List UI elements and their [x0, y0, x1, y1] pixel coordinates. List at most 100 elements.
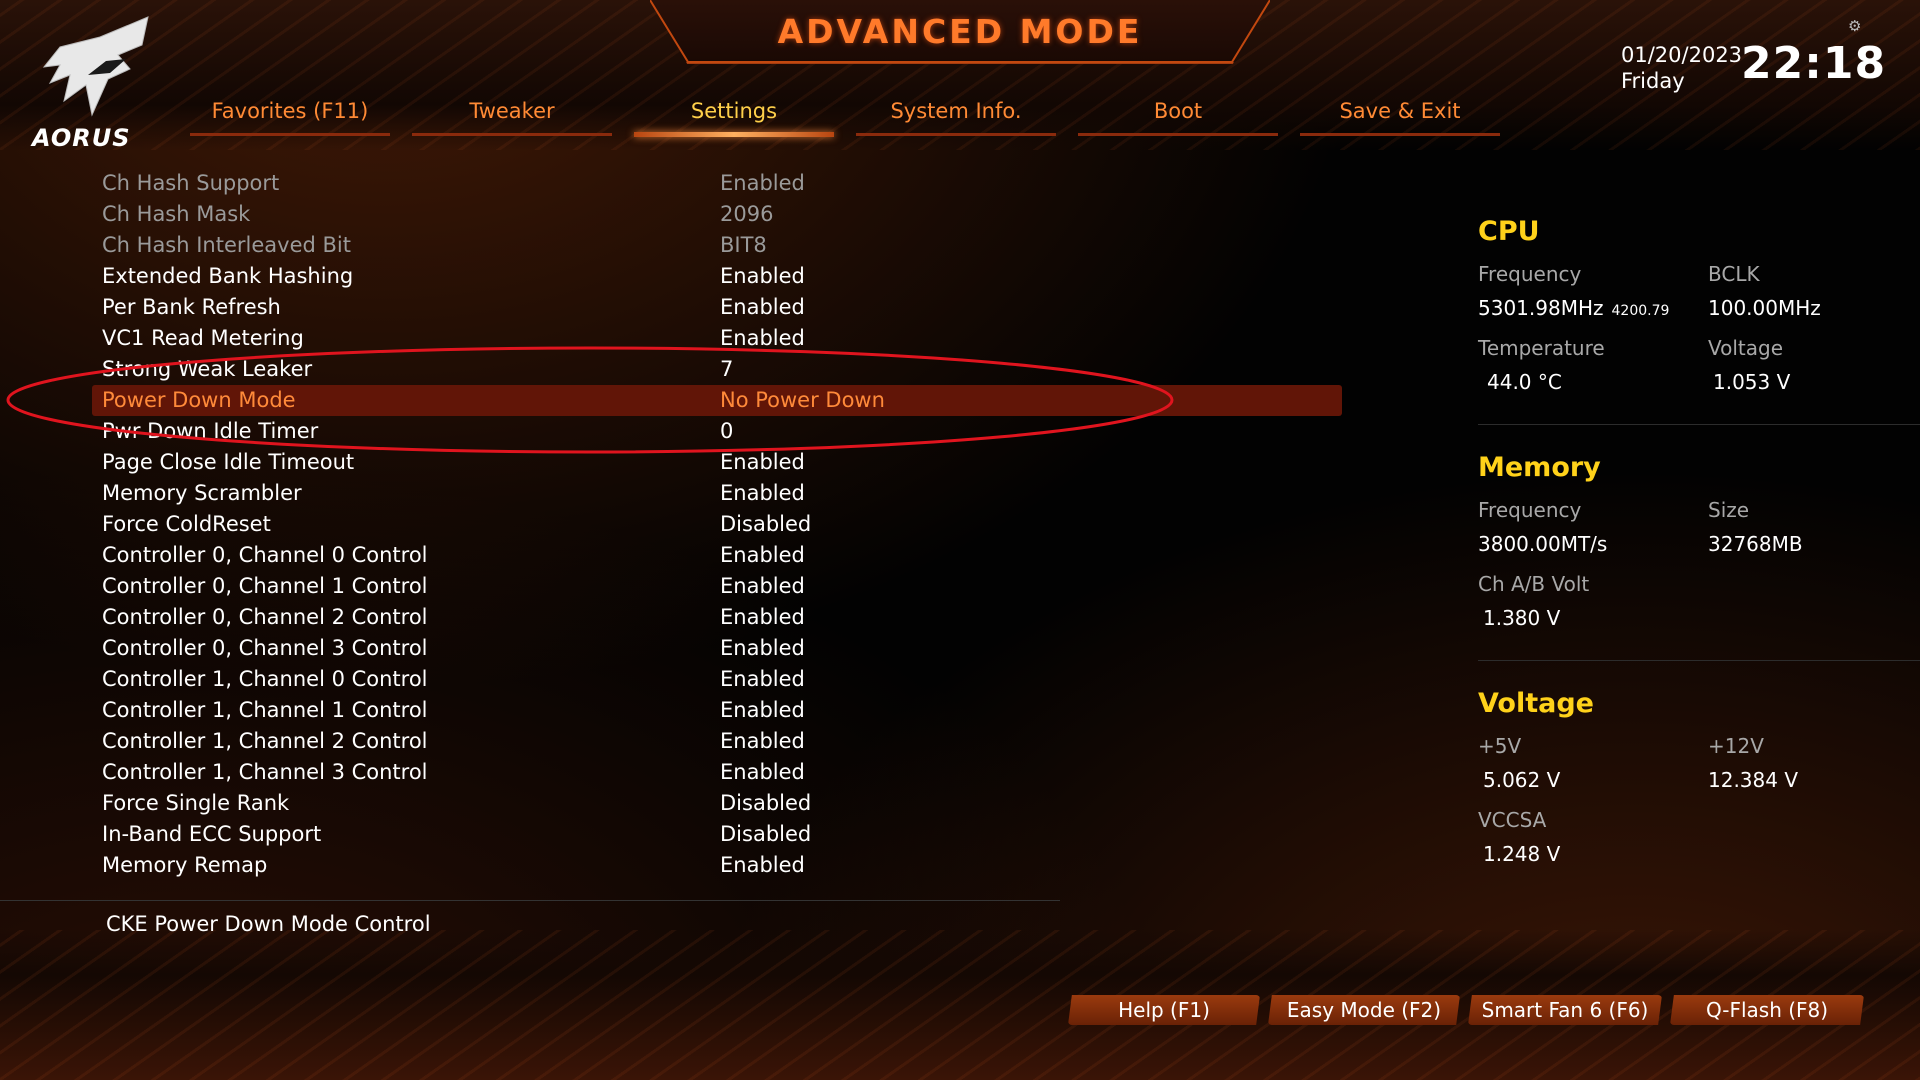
setting-row[interactable]: Per Bank Refresh Enabled [92, 292, 1342, 323]
gear-icon[interactable]: ⚙ [1848, 18, 1864, 34]
setting-label: Force ColdReset [102, 512, 271, 536]
setting-value: Enabled [720, 543, 805, 567]
setting-label: Controller 1, Channel 0 Control [102, 667, 428, 691]
setting-value: Enabled [720, 760, 805, 784]
setting-label: Controller 1, Channel 1 Control [102, 698, 428, 722]
setting-label: Ch Hash Support [102, 171, 280, 195]
setting-row[interactable]: Page Close Idle Timeout Enabled [92, 447, 1342, 478]
setting-row[interactable]: Force Single Rank Disabled [92, 788, 1342, 819]
setting-value: 2096 [720, 202, 774, 226]
setting-label: Extended Bank Hashing [102, 264, 354, 288]
setting-label: Ch Hash Mask [102, 202, 251, 226]
setting-label: Controller 0, Channel 3 Control [102, 636, 428, 660]
setting-row[interactable]: Ch Hash Mask 2096 [92, 199, 1342, 230]
cpu-temperature-value: 44.0 °C [1487, 370, 1562, 394]
setting-label: Strong Weak Leaker [102, 357, 313, 381]
clock: 22:18 [1741, 38, 1887, 89]
setting-value: 7 [720, 357, 734, 381]
tab-favorites[interactable]: Favorites (F11) [190, 96, 390, 138]
setting-row[interactable]: Controller 1, Channel 0 Control Enabled [92, 664, 1342, 695]
setting-value: Enabled [720, 264, 805, 288]
setting-value: Enabled [720, 698, 805, 722]
setting-label: VC1 Read Metering [102, 326, 304, 350]
memory-section-title: Memory [1478, 452, 1601, 483]
setting-value: Enabled [720, 729, 805, 753]
memory-volt-value: 1.380 V [1483, 606, 1561, 630]
date-text: 01/20/2023 [1621, 43, 1743, 67]
tab-boot[interactable]: Boot [1078, 96, 1278, 138]
setting-value: Enabled [720, 326, 805, 350]
setting-label: Power Down Mode [102, 388, 296, 412]
bios-screen: AORUS ADVANCED MODE 01/20/2023 Friday 22… [0, 0, 1920, 1080]
memory-frequency-value: 3800.00MT/s [1478, 532, 1608, 556]
section-divider [1478, 424, 1920, 425]
section-divider [1478, 660, 1920, 661]
setting-row[interactable]: Ch Hash Interleaved Bit BIT8 [92, 230, 1342, 261]
voltage-5v-value: 5.062 V [1483, 768, 1561, 792]
setting-value: Disabled [720, 512, 812, 536]
setting-row[interactable]: Pwr Down Idle Timer 0 [92, 416, 1342, 447]
setting-label: In-Band ECC Support [102, 822, 322, 846]
setting-row[interactable]: VC1 Read Metering Enabled [92, 323, 1342, 354]
cpu-frequency-sub: 4200.79 [1611, 303, 1670, 319]
help-button[interactable]: Help (F1) [1068, 995, 1260, 1025]
settings-list: Ch Hash Support Enabled Ch Hash Mask 2096 … [92, 168, 1342, 881]
cpu-frequency-label: Frequency [1478, 262, 1582, 286]
setting-value: Enabled [720, 450, 805, 474]
setting-row[interactable]: Controller 0, Channel 1 Control Enabled [92, 571, 1342, 602]
setting-value: Disabled [720, 791, 812, 815]
setting-label: Ch Hash Interleaved Bit [102, 233, 351, 257]
setting-value: Disabled [720, 822, 812, 846]
setting-label: Force Single Rank [102, 791, 290, 815]
easy-mode-button[interactable]: Easy Mode (F2) [1268, 995, 1460, 1025]
setting-row[interactable]: In-Band ECC Support Disabled [92, 819, 1342, 850]
cpu-frequency-main: 5301.98MHz [1478, 296, 1604, 320]
setting-label: Page Close Idle Timeout [102, 450, 355, 474]
setting-row[interactable]: Controller 0, Channel 2 Control Enabled [92, 602, 1342, 633]
setting-label: Memory Scrambler [102, 481, 302, 505]
tab-save-exit[interactable]: Save & Exit [1300, 96, 1500, 138]
cpu-bclk-label: BCLK [1708, 262, 1760, 286]
setting-row[interactable]: Strong Weak Leaker 7 [92, 354, 1342, 385]
setting-value: Enabled [720, 636, 805, 660]
tab-tweaker[interactable]: Tweaker [412, 96, 612, 138]
setting-row[interactable]: Force ColdReset Disabled [92, 509, 1342, 540]
setting-row[interactable]: Controller 1, Channel 3 Control Enabled [92, 757, 1342, 788]
help-divider [0, 900, 1060, 901]
setting-row[interactable]: Controller 0, Channel 0 Control Enabled [92, 540, 1342, 571]
setting-row[interactable]: Controller 1, Channel 2 Control Enabled [92, 726, 1342, 757]
setting-value: Enabled [720, 171, 805, 195]
voltage-12v-value: 12.384 V [1708, 768, 1799, 792]
cpu-voltage-value: 1.053 V [1713, 370, 1791, 394]
setting-value: Enabled [720, 853, 805, 877]
setting-label: Memory Remap [102, 853, 268, 877]
setting-label: Controller 0, Channel 2 Control [102, 605, 428, 629]
cpu-bclk-value: 100.00MHz [1708, 296, 1821, 320]
help-description: CKE Power Down Mode Control [106, 912, 431, 936]
setting-label: Controller 1, Channel 2 Control [102, 729, 428, 753]
q-flash-button[interactable]: Q-Flash (F8) [1670, 995, 1864, 1025]
setting-row[interactable]: Memory Remap Enabled [92, 850, 1342, 881]
setting-label: Controller 0, Channel 0 Control [102, 543, 428, 567]
memory-size-value: 32768MB [1708, 532, 1803, 556]
tab-settings[interactable]: Settings [634, 96, 834, 138]
setting-row[interactable]: Controller 1, Channel 1 Control Enabled [92, 695, 1342, 726]
cpu-frequency-value: 5301.98MHz 4200.79 [1478, 296, 1669, 320]
voltage-vccsa-label: VCCSA [1478, 808, 1547, 832]
tab-system-info[interactable]: System Info. [856, 96, 1056, 138]
memory-frequency-label: Frequency [1478, 498, 1582, 522]
setting-row[interactable]: Controller 0, Channel 3 Control Enabled [92, 633, 1342, 664]
setting-label: Controller 0, Channel 1 Control [102, 574, 428, 598]
setting-row[interactable]: Ch Hash Support Enabled [92, 168, 1342, 199]
setting-value: Enabled [720, 574, 805, 598]
voltage-12v-label: +12V [1708, 734, 1764, 758]
setting-row-selected[interactable]: Power Down Mode No Power Down [92, 385, 1342, 416]
smart-fan-button[interactable]: Smart Fan 6 (F6) [1468, 995, 1662, 1025]
setting-value: Enabled [720, 667, 805, 691]
setting-label: Per Bank Refresh [102, 295, 281, 319]
cpu-voltage-label: Voltage [1708, 336, 1784, 360]
setting-value: 0 [720, 419, 734, 443]
setting-row[interactable]: Memory Scrambler Enabled [92, 478, 1342, 509]
voltage-vccsa-value: 1.248 V [1483, 842, 1561, 866]
setting-row[interactable]: Extended Bank Hashing Enabled [92, 261, 1342, 292]
